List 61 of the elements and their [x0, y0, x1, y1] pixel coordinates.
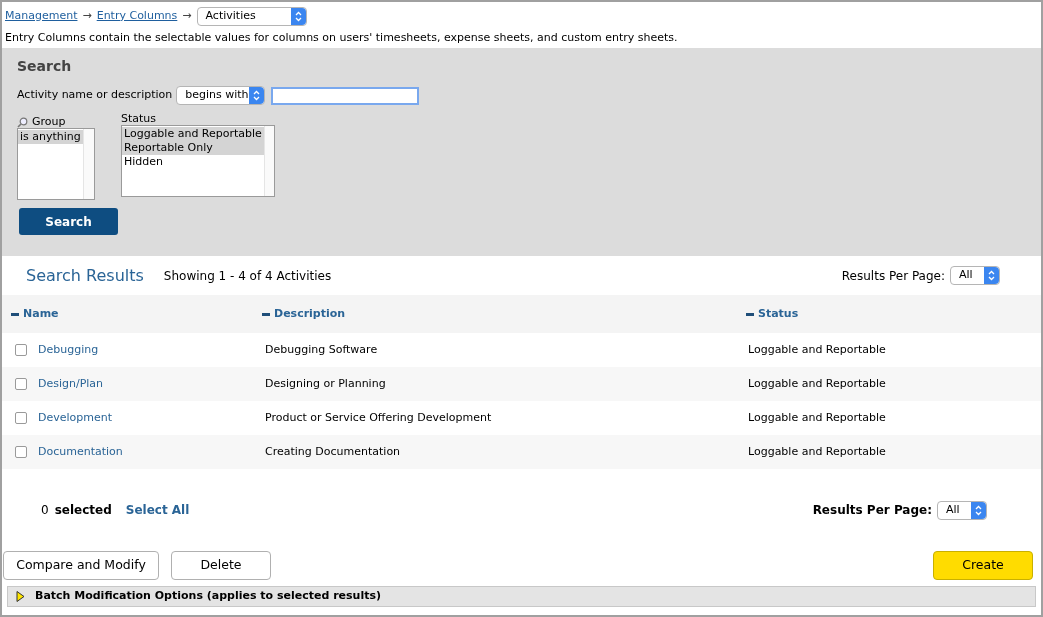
- column-select[interactable]: Activities: [196, 6, 307, 26]
- activity-link[interactable]: Development: [38, 409, 113, 427]
- stepper-icon: [290, 7, 306, 25]
- selected-count: 0: [41, 502, 49, 519]
- minus-icon: [262, 312, 270, 316]
- batch-options-bar[interactable]: Batch Modification Options (applies to selected results): [7, 586, 1036, 607]
- table-cell-text: Creating Documentation: [264, 443, 402, 460]
- group-label: Group: [32, 116, 66, 128]
- stepper-icon: [971, 501, 986, 519]
- table-cell-text: Loggable and Reportable: [747, 409, 887, 426]
- list-option[interactable]: Reportable Only: [122, 141, 264, 155]
- scrollbar-track: [83, 129, 94, 199]
- table-cell-text: Loggable and Reportable: [747, 375, 887, 392]
- stepper-icon: [249, 87, 265, 104]
- per-page-select[interactable]: All: [937, 500, 987, 520]
- list-box[interactable]: is anything: [17, 128, 95, 200]
- list-box[interactable]: Loggable and Reportable Reportable Only Hidden: [121, 125, 275, 197]
- per-page-select[interactable]: All: [950, 266, 1000, 285]
- scrollbar-track: [263, 126, 274, 196]
- results-title: Search Results: [26, 264, 144, 287]
- stepper-icon: [984, 267, 999, 284]
- batch-options-label: Batch Modification Options (applies to selected results): [35, 588, 382, 605]
- activity-link[interactable]: Design/Plan: [38, 375, 104, 393]
- table-cell-text: Designing or Planning: [264, 375, 387, 392]
- search-icon: [17, 116, 28, 128]
- create-button[interactable]: Create: [933, 551, 1033, 580]
- row-checkbox[interactable]: [15, 412, 27, 424]
- breadcrumb-separator: →: [182, 7, 192, 24]
- results-count: Showing 1 - 4 of 4 Activities: [163, 267, 332, 285]
- field-label: Activity name or description: [17, 87, 173, 104]
- table-cell-text: Loggable and Reportable: [747, 443, 887, 460]
- table-cell-text: Loggable and Reportable: [747, 341, 887, 358]
- per-page-label: Results Per Page:: [812, 502, 932, 519]
- activity-link[interactable]: Debugging: [38, 341, 99, 359]
- search-input[interactable]: [271, 86, 420, 105]
- selected-label: selected: [54, 502, 112, 519]
- minus-icon: [746, 312, 754, 316]
- table-cell-text: Debugging Software: [264, 341, 379, 358]
- activity-link[interactable]: Documentation: [38, 443, 123, 461]
- row-checkbox[interactable]: [15, 446, 27, 458]
- search-button[interactable]: Search: [19, 208, 118, 235]
- list-option[interactable]: is anything: [18, 130, 83, 144]
- row-checkbox[interactable]: [15, 344, 27, 356]
- table-cell-text: Product or Service Offering Development: [264, 409, 493, 426]
- breadcrumb-link[interactable]: Management: [5, 7, 78, 25]
- search-title: Search: [17, 57, 73, 76]
- row-checkbox[interactable]: [15, 378, 27, 390]
- status-label: Status: [121, 113, 158, 125]
- action-button[interactable]: Delete: [171, 551, 271, 580]
- column-header[interactable]: Description: [274, 305, 346, 323]
- list-option[interactable]: Loggable and Reportable: [122, 127, 264, 141]
- breadcrumb-link[interactable]: Entry Columns: [96, 7, 178, 25]
- minus-icon: [11, 312, 19, 316]
- action-button[interactable]: Compare and Modify: [3, 551, 159, 580]
- column-header[interactable]: Status: [758, 305, 799, 323]
- page-description: Entry Columns contain the selectable values for columns on users' timesheets, expense sheets, and custom entry sheets.: [4, 30, 679, 46]
- operator-select[interactable]: begins with: [176, 86, 266, 105]
- select-all-link[interactable]: Select All: [125, 501, 190, 519]
- breadcrumb-separator: →: [82, 7, 92, 24]
- column-header[interactable]: Name: [23, 305, 59, 323]
- per-page-label: Results Per Page:: [841, 267, 945, 285]
